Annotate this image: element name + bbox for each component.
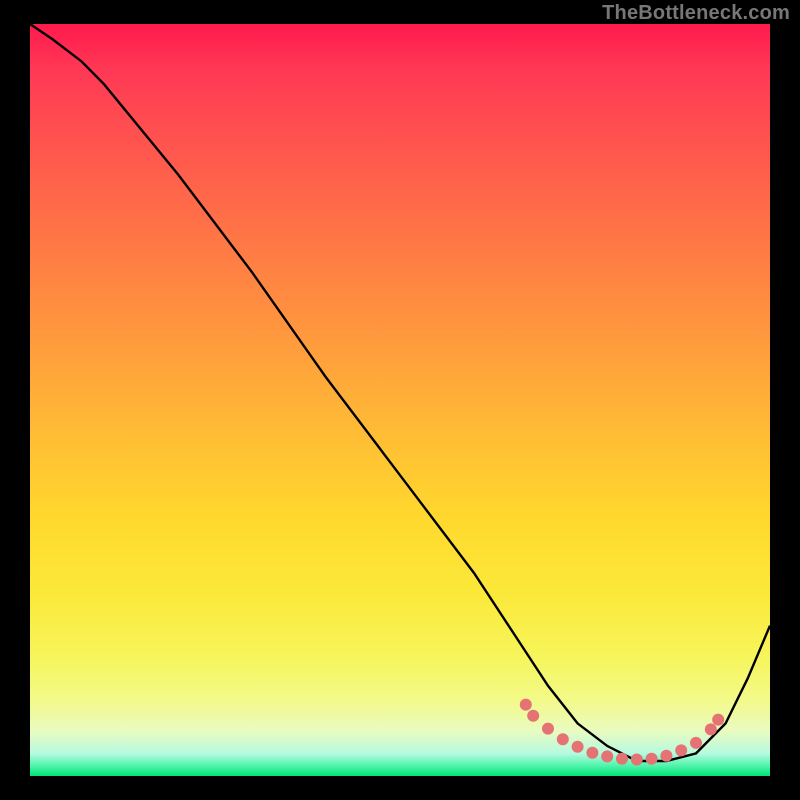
marker-dot [690,737,702,749]
marker-dot [675,744,687,756]
marker-dot [616,753,628,765]
marker-dot [586,747,598,759]
marker-dot [660,750,672,762]
marker-dot [601,750,613,762]
plot-area [30,24,770,776]
marker-dot [557,733,569,745]
chart-frame: TheBottleneck.com [0,0,800,800]
marker-dot [712,714,724,726]
marker-dot [542,723,554,735]
curve-markers [520,699,724,766]
marker-dot [520,699,532,711]
marker-dot [705,723,717,735]
curve-svg [30,24,770,776]
marker-dot [646,753,658,765]
marker-dot [572,741,584,753]
marker-dot [631,754,643,766]
watermark-text: TheBottleneck.com [602,2,790,25]
marker-dot [527,710,539,722]
bottleneck-curve [30,24,770,761]
